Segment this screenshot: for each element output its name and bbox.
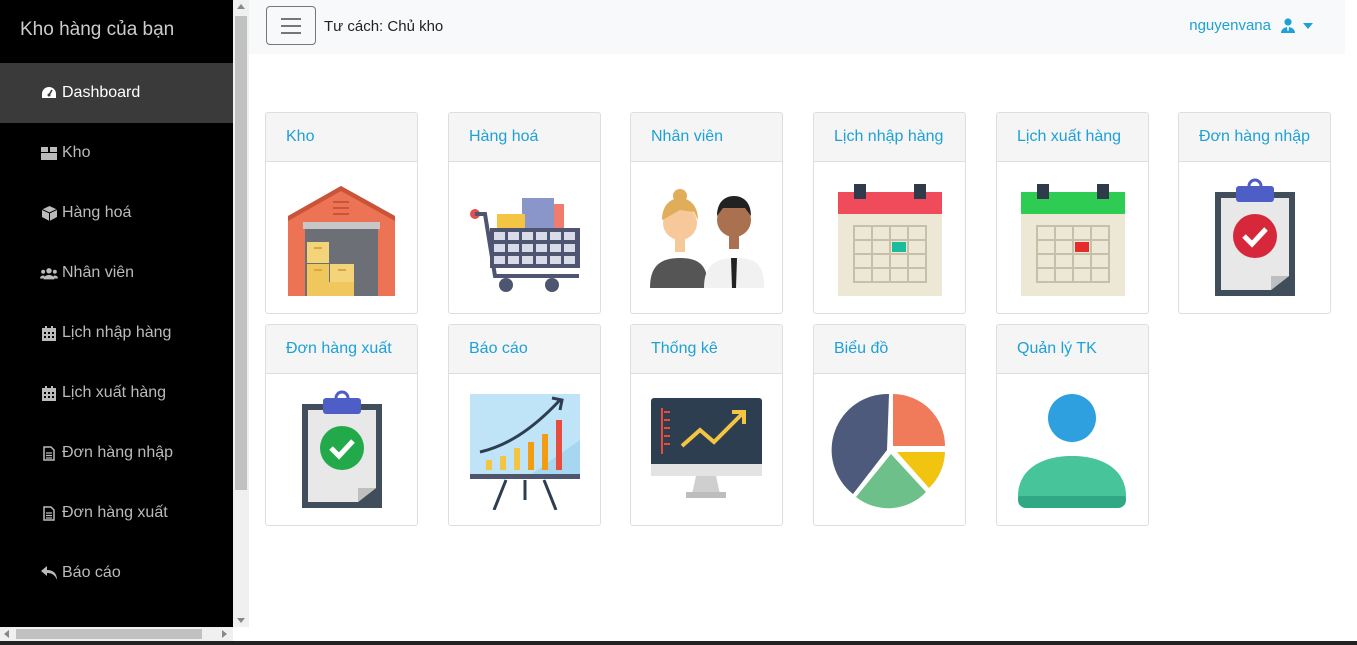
hamburger-icon [281,17,301,20]
cube-icon [40,205,58,221]
users-icon [40,265,58,281]
sidebar-item-label: Đơn hàng nhập [62,444,174,461]
sidebar-item-label: Nhân viên [62,264,135,281]
card-lich-xuat-hang[interactable]: Lịch xuất hàng [996,112,1149,314]
menu-toggle-button[interactable] [266,6,316,45]
card-title[interactable]: Lịch xuất hàng [997,113,1148,162]
boxes-icon [40,145,58,161]
card-don-hang-nhap[interactable]: Đơn hàng nhập [1178,112,1331,314]
report-chart-icon[interactable] [449,374,600,525]
sidebar-item-label: Đơn hàng xuất [62,504,168,521]
sidebar-item-lich-xuat-hang[interactable]: Lịch xuất hàng [0,363,233,423]
sidebar-item-dashboard[interactable]: Dashboard [0,63,233,123]
user-account-icon[interactable] [997,374,1148,525]
sidebar-item-bao-cao[interactable]: Báo cáo [0,543,233,603]
employees-icon[interactable] [631,162,782,313]
card-title[interactable]: Kho [266,113,417,162]
window-bottom-border [0,641,1357,645]
sidebar-item-lich-nhap-hang[interactable]: Lịch nhập hàng [0,303,233,363]
sidebar-item-don-hang-nhap[interactable]: Đơn hàng nhập [0,423,233,483]
scrollbar-thumb[interactable] [16,629,202,639]
card-title[interactable]: Báo cáo [449,325,600,374]
sidebar-item-hang-hoa[interactable]: Hàng hoá [0,183,233,243]
sidebar-horizontal-scrollbar[interactable] [0,627,233,641]
card-title[interactable]: Quản lý TK [997,325,1148,374]
scroll-up-arrow-icon[interactable] [237,4,245,9]
chevron-down-icon [1303,22,1313,29]
sidebar-item-label: Lịch xuất hàng [62,384,167,401]
scroll-left-arrow-icon[interactable] [4,630,9,638]
sidebar-vertical-scrollbar[interactable] [233,0,249,627]
card-don-hang-xuat[interactable]: Đơn hàng xuất [265,324,418,526]
file-icon [40,505,58,521]
username[interactable]: nguyenvana [1189,17,1271,34]
shopping-cart-icon[interactable] [449,162,600,313]
sidebar: Kho hàng của bạn Dashboard Kho Hàng hoá … [0,0,233,627]
pie-chart-icon[interactable] [814,374,965,525]
card-title[interactable]: Nhân viên [631,113,782,162]
calendar-icon [40,325,58,341]
scroll-down-arrow-icon[interactable] [237,618,245,623]
top-navbar: Tư cách: Chủ kho nguyenvana [249,0,1345,54]
card-lich-nhap-hang[interactable]: Lịch nhập hàng [813,112,966,314]
card-title[interactable]: Lịch nhập hàng [814,113,965,162]
card-hang-hoa[interactable]: Hàng hoá [448,112,601,314]
import-calendar-icon[interactable] [814,162,965,313]
statistics-monitor-icon[interactable] [631,374,782,525]
user-menu-dropdown[interactable]: nguyenvana [1189,17,1313,34]
user-role-label: Tư cách: Chủ kho [324,18,444,35]
card-title[interactable]: Đơn hàng nhập [1179,113,1330,162]
card-thong-ke[interactable]: Thống kê [630,324,783,526]
card-bieu-do[interactable]: Biểu đồ [813,324,966,526]
card-title[interactable]: Thống kê [631,325,782,374]
sidebar-item-label: Lịch nhập hàng [62,324,172,341]
sidebar-item-label: Báo cáo [62,564,121,581]
reply-icon [40,565,58,581]
scrollbar-thumb[interactable] [235,16,247,490]
file-icon [40,445,58,461]
tachometer-icon [40,85,58,101]
card-bao-cao[interactable]: Báo cáo [448,324,601,526]
card-kho[interactable]: Kho [265,112,418,314]
export-order-clipboard-icon[interactable] [266,374,417,525]
card-title[interactable]: Biểu đồ [814,325,965,374]
card-title[interactable]: Hàng hoá [449,113,600,162]
card-quan-ly-tk[interactable]: Quản lý TK [996,324,1149,526]
sidebar-item-label: Dashboard [62,84,141,101]
warehouse-icon[interactable] [266,162,417,313]
card-nhan-vien[interactable]: Nhân viên [630,112,783,314]
import-order-clipboard-icon[interactable] [1179,162,1330,313]
export-calendar-icon[interactable] [997,162,1148,313]
sidebar-item-label: Hàng hoá [62,204,132,221]
card-title[interactable]: Đơn hàng xuất [266,325,417,374]
sidebar-item-label: Kho [62,144,91,161]
sidebar-item-don-hang-xuat[interactable]: Đơn hàng xuất [0,483,233,543]
sidebar-item-nhan-vien[interactable]: Nhân viên [0,243,233,303]
calendar-icon [40,385,58,401]
scroll-right-arrow-icon[interactable] [222,630,227,638]
sidebar-brand[interactable]: Kho hàng của bạn [0,0,233,63]
sidebar-item-kho[interactable]: Kho [0,123,233,183]
user-tie-icon [1281,18,1295,33]
